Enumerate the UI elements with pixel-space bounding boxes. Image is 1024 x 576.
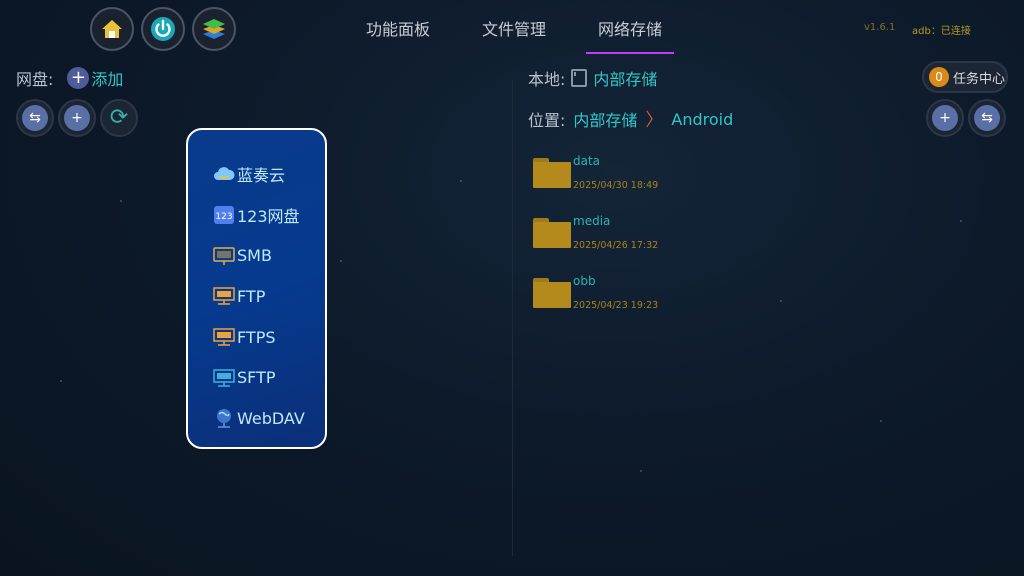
star [640, 470, 642, 472]
popup-item-ftp[interactable]: FTP [188, 276, 325, 317]
popup-item-lanzou[interactable]: 蓝奏云 [188, 154, 325, 195]
star [460, 180, 462, 182]
home-icon [102, 20, 122, 38]
popup-item-label: 123网盘 [237, 207, 300, 227]
lanzou-cloud-icon [213, 164, 235, 184]
plus-icon: + [932, 105, 958, 131]
path-label: 位置: [528, 111, 566, 130]
svg-text:123: 123 [215, 212, 232, 222]
ftps-icon [213, 327, 235, 347]
task-center-label: 任务中心 [953, 71, 1006, 87]
star [340, 260, 342, 262]
refresh-button[interactable]: ⟳ [100, 99, 138, 137]
swap-icon: ⇆ [974, 105, 1000, 131]
layers-icon [203, 19, 225, 39]
swap-button[interactable]: ⇆ [968, 99, 1006, 137]
tab-file-manager[interactable]: 文件管理 [456, 0, 572, 56]
version-label: v1.6.1 [864, 22, 896, 33]
home-button[interactable] [90, 7, 134, 51]
swap-button[interactable]: ⇆ [16, 99, 54, 137]
popup-item-ftps[interactable]: FTPS [188, 317, 325, 358]
popup-item-sftp[interactable]: SFTP [188, 357, 325, 398]
add-button[interactable]: + [926, 99, 964, 137]
file-date: 2025/04/23 19:23 [573, 300, 659, 311]
popup-item-label: SMB [237, 246, 272, 266]
refresh-icon: ⟳ [109, 105, 129, 130]
list-item[interactable]: obb 2025/04/23 19:23 [533, 272, 658, 332]
layers-button[interactable] [192, 7, 236, 51]
file-name: media [573, 214, 611, 228]
plus-icon: + [64, 105, 90, 131]
popup-item-smb[interactable]: SMB [188, 235, 325, 276]
folder-icon [533, 218, 571, 248]
pan123-icon: 123 [213, 205, 235, 225]
task-count-badge: 0 [929, 67, 949, 87]
top-toolbar [90, 7, 236, 51]
power-button[interactable] [141, 7, 185, 51]
smb-icon [213, 246, 235, 266]
popup-item-label: FTPS [237, 327, 276, 347]
add-storage-popup: 蓝奏云 123 123网盘 SMB FTP FTPS SFTP WebDAV [186, 128, 327, 449]
task-center-button[interactable]: 0 任务中心 [922, 61, 1008, 93]
sd-card-icon [571, 69, 588, 87]
star [960, 220, 962, 222]
star [120, 200, 122, 202]
local-label: 本地: [528, 70, 566, 89]
star [880, 420, 882, 422]
webdav-icon [213, 408, 235, 429]
local-storage-header: 本地: 内部存储 [528, 66, 657, 90]
add-button[interactable]: + [58, 99, 96, 137]
plus-icon: + [67, 67, 90, 89]
list-item[interactable]: media 2025/04/26 17:32 [533, 212, 658, 272]
sftp-icon [213, 368, 235, 388]
cloud-drive-header: 网盘: + 添加 [16, 66, 123, 90]
ftp-icon [213, 286, 235, 306]
star [780, 300, 782, 302]
popup-item-123pan[interactable]: 123 123网盘 [188, 195, 325, 236]
popup-item-label: WebDAV [237, 408, 305, 428]
panel-divider [512, 80, 513, 556]
list-item[interactable]: data 2025/04/30 18:49 [533, 152, 658, 212]
local-storage-selector[interactable]: 内部存储 [593, 66, 657, 90]
star [60, 380, 62, 382]
adb-status: adb：已连接 [912, 26, 971, 37]
file-name: obb [573, 274, 596, 288]
swap-icon: ⇆ [22, 105, 48, 131]
file-list: data 2025/04/30 18:49 media 2025/04/26 1… [533, 152, 658, 332]
file-date: 2025/04/26 17:32 [573, 240, 659, 251]
add-drive-button[interactable]: + 添加 [67, 66, 123, 90]
right-toolbar: + ⇆ [926, 99, 1006, 137]
file-date: 2025/04/30 18:49 [573, 180, 659, 191]
popup-item-label: SFTP [237, 368, 276, 388]
folder-icon [533, 278, 571, 308]
tab-network-storage[interactable]: 网络存储 [572, 0, 688, 56]
folder-icon [533, 158, 571, 188]
popup-item-label: FTP [237, 286, 266, 306]
add-drive-label: 添加 [91, 70, 124, 89]
left-toolbar: ⇆ + ⟳ [16, 99, 138, 137]
chevron-right-icon: 〉 [645, 110, 664, 131]
popup-item-label: 蓝奏云 [237, 166, 286, 186]
tab-function-panel[interactable]: 功能面板 [340, 0, 456, 56]
breadcrumb-root[interactable]: 内部存储 [573, 107, 637, 131]
main-tabs: 功能面板 文件管理 网络存储 [340, 0, 688, 56]
cloud-drive-label: 网盘: [16, 70, 54, 89]
moon-icon [700, 130, 723, 154]
popup-item-webdav[interactable]: WebDAV [188, 398, 325, 439]
power-icon [151, 17, 175, 41]
file-name: data [573, 154, 601, 168]
